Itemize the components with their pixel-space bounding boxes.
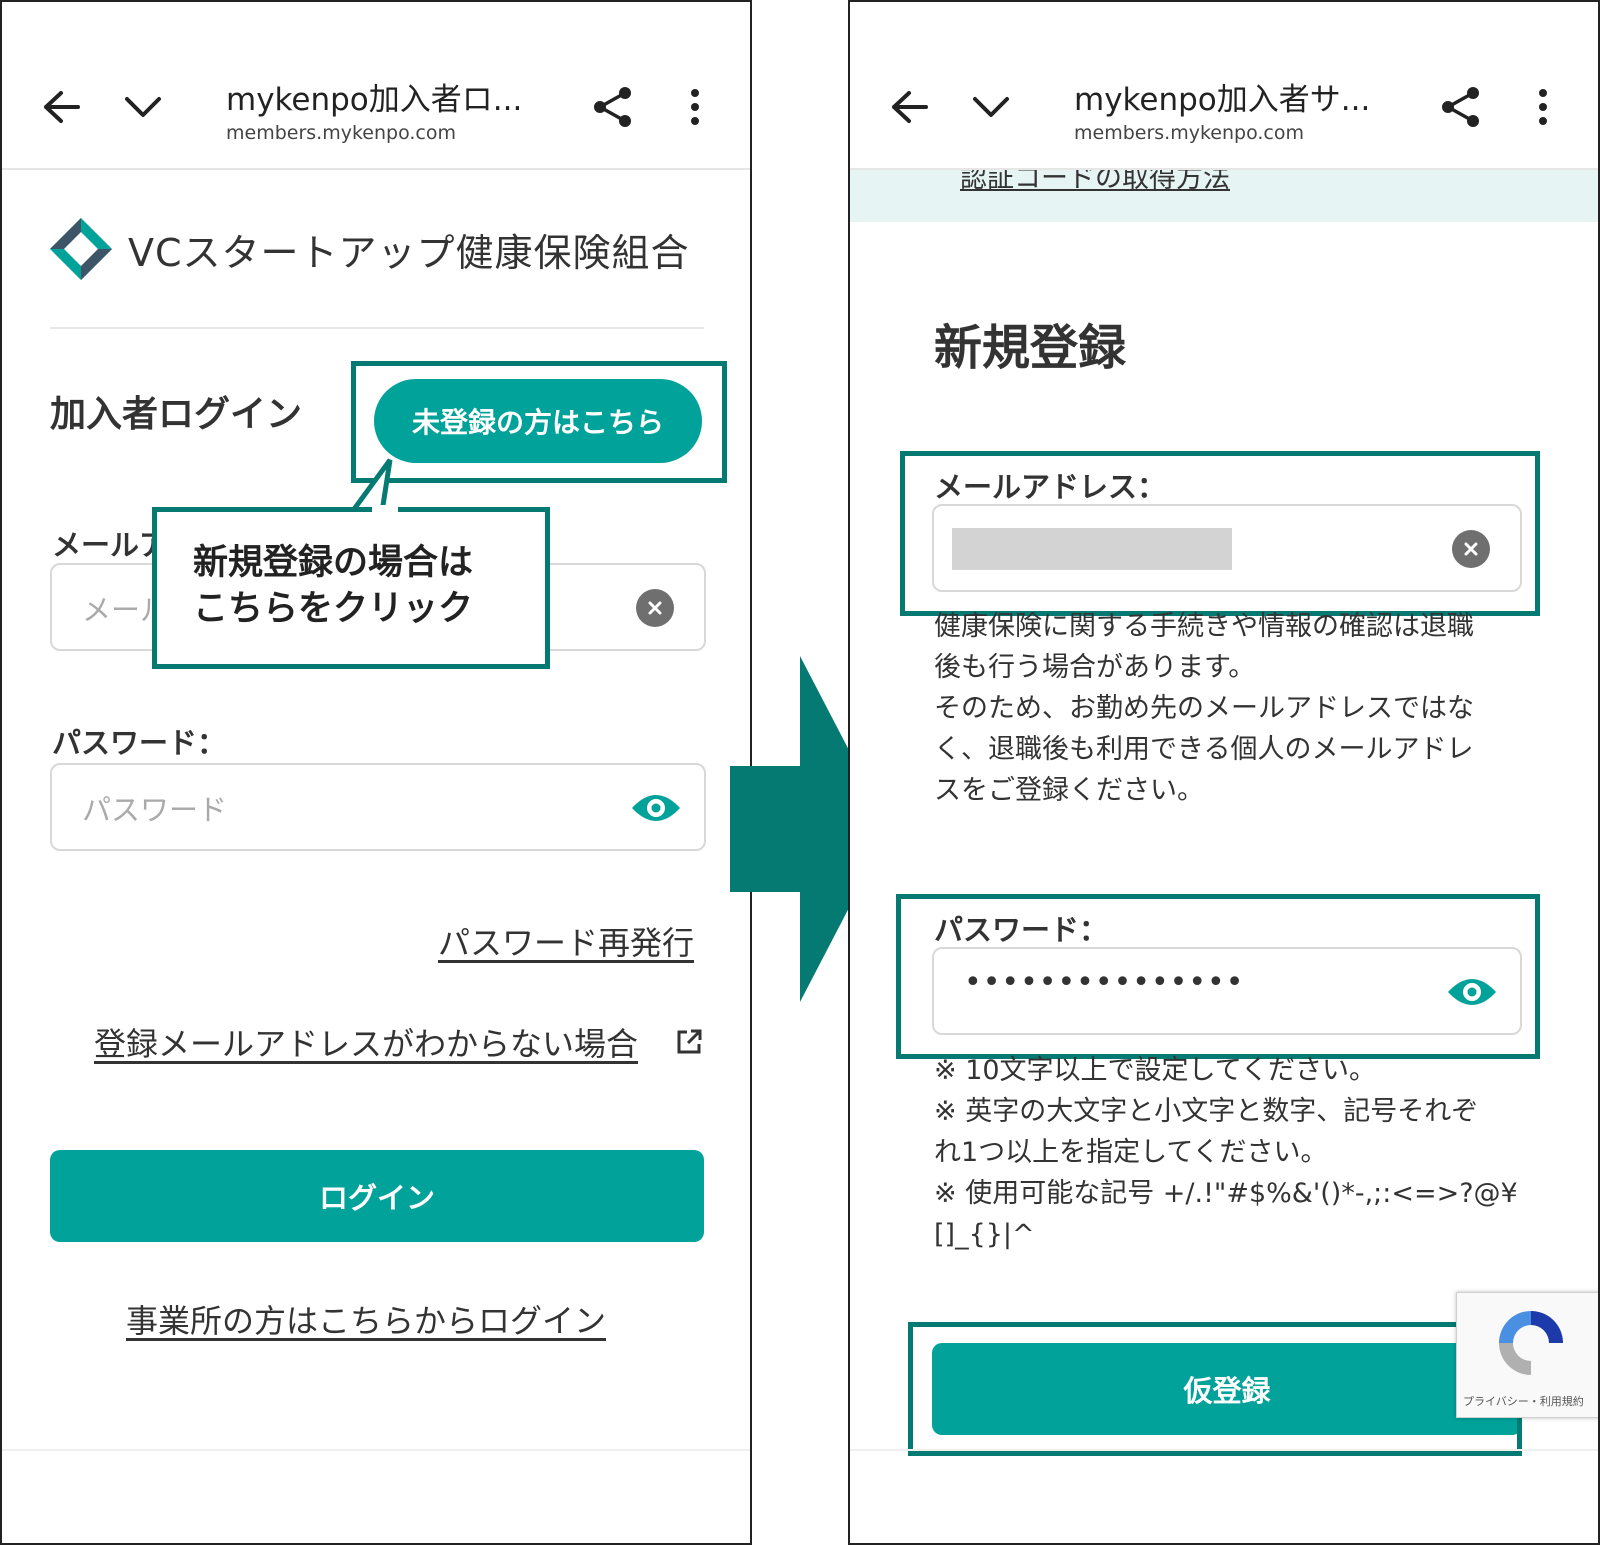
login-heading: 加入者ログイン	[50, 394, 303, 435]
note-line: 後も行う場合があります。	[934, 652, 1256, 683]
page-url: members.mykenpo.com	[1074, 122, 1304, 144]
back-arrow-icon[interactable]	[884, 82, 934, 132]
email-note: 健康保険に関する手続きや情報の確認は退職 後も行う場合があります。 そのため、お…	[934, 606, 1534, 811]
more-vert-icon[interactable]	[670, 82, 720, 132]
browser-toolbar: mykenpo加入者ロ... members.mykenpo.com	[2, 2, 750, 170]
password-notes: ※ 10文字以上で設定してください。 ※ 英字の大文字と小文字と数字、記号それぞ…	[934, 1050, 1554, 1255]
highlight-box-submit	[908, 1322, 1522, 1456]
note-line: ※ 英字の大文字と小文字と数字、記号それぞ	[934, 1096, 1479, 1127]
divider	[50, 327, 704, 329]
password-reset-link[interactable]: パスワード再発行	[438, 918, 694, 964]
recaptcha-icon	[1499, 1311, 1563, 1375]
chevron-down-icon[interactable]	[118, 82, 168, 132]
recaptcha-badge[interactable]: プライバシー・利用規約	[1456, 1292, 1598, 1418]
callout-line-1: 新規登録の場合は	[193, 543, 474, 583]
note-line: 健康保険に関する手続きや情報の確認は退職	[934, 611, 1474, 642]
note-line: ※ 使用可能な記号 +/.!"#$%&'()*-,;:<=>?@¥	[934, 1178, 1518, 1209]
info-band: 認証コードの取得方法	[850, 170, 1598, 222]
note-line: スをご登録ください。	[934, 775, 1204, 806]
note-line: く、退職後も利用できる個人のメールアドレ	[934, 734, 1474, 765]
note-line: そのため、お勤め先のメールアドレスではな	[934, 693, 1474, 724]
share-icon[interactable]	[1436, 82, 1486, 132]
office-login-link[interactable]: 事業所の方はこちらからログイン	[126, 1296, 606, 1342]
note-line: ※ 10文字以上で設定してください。	[934, 1055, 1376, 1086]
callout-pointer-joint	[372, 505, 398, 513]
back-arrow-icon[interactable]	[36, 82, 86, 132]
external-link-icon	[674, 1027, 704, 1057]
login-button[interactable]: ログイン	[50, 1150, 704, 1242]
highlight-box	[351, 361, 727, 483]
highlight-box-email	[900, 451, 1540, 616]
right-screen: 認証コードの取得方法 mykenpo加入者サ... members.mykenp…	[848, 0, 1600, 1545]
highlight-box-password	[896, 894, 1540, 1059]
clear-icon[interactable]	[636, 589, 674, 627]
note-line: れ1つ以上を指定してください。	[934, 1137, 1328, 1168]
password-field[interactable]: パスワード	[50, 763, 706, 851]
unknown-email-link[interactable]: 登録メールアドレスがわからない場合	[94, 1019, 638, 1065]
share-icon[interactable]	[588, 82, 638, 132]
page-url: members.mykenpo.com	[226, 122, 456, 144]
org-logo	[50, 218, 112, 280]
more-vert-icon[interactable]	[1518, 82, 1568, 132]
auth-code-link[interactable]: 認証コードの取得方法	[960, 170, 1230, 195]
eye-icon[interactable]	[630, 788, 682, 828]
signup-heading: 新規登録	[934, 320, 1127, 376]
page-title: mykenpo加入者ロ...	[226, 82, 523, 118]
browser-toolbar: mykenpo加入者サ... members.mykenpo.com	[850, 2, 1598, 170]
recaptcha-terms[interactable]: プライバシー・利用規約	[1463, 1393, 1584, 1409]
bottom-divider	[2, 1449, 750, 1451]
org-name: VCスタートアップ健康保険組合	[128, 231, 690, 275]
callout-box: 新規登録の場合は こちらをクリック	[152, 507, 550, 669]
password-placeholder: パスワード	[82, 793, 228, 827]
password-label: パスワード：	[52, 726, 227, 760]
page-title: mykenpo加入者サ...	[1074, 82, 1371, 118]
left-screen: mykenpo加入者ロ... members.mykenpo.com VCスター…	[0, 0, 752, 1545]
email-label: メールア	[52, 528, 169, 562]
chevron-down-icon[interactable]	[966, 82, 1016, 132]
callout-line-2: こちらをクリック	[193, 589, 474, 629]
note-line: []_{}|^	[934, 1219, 1035, 1250]
bottom-divider	[850, 1449, 1598, 1451]
